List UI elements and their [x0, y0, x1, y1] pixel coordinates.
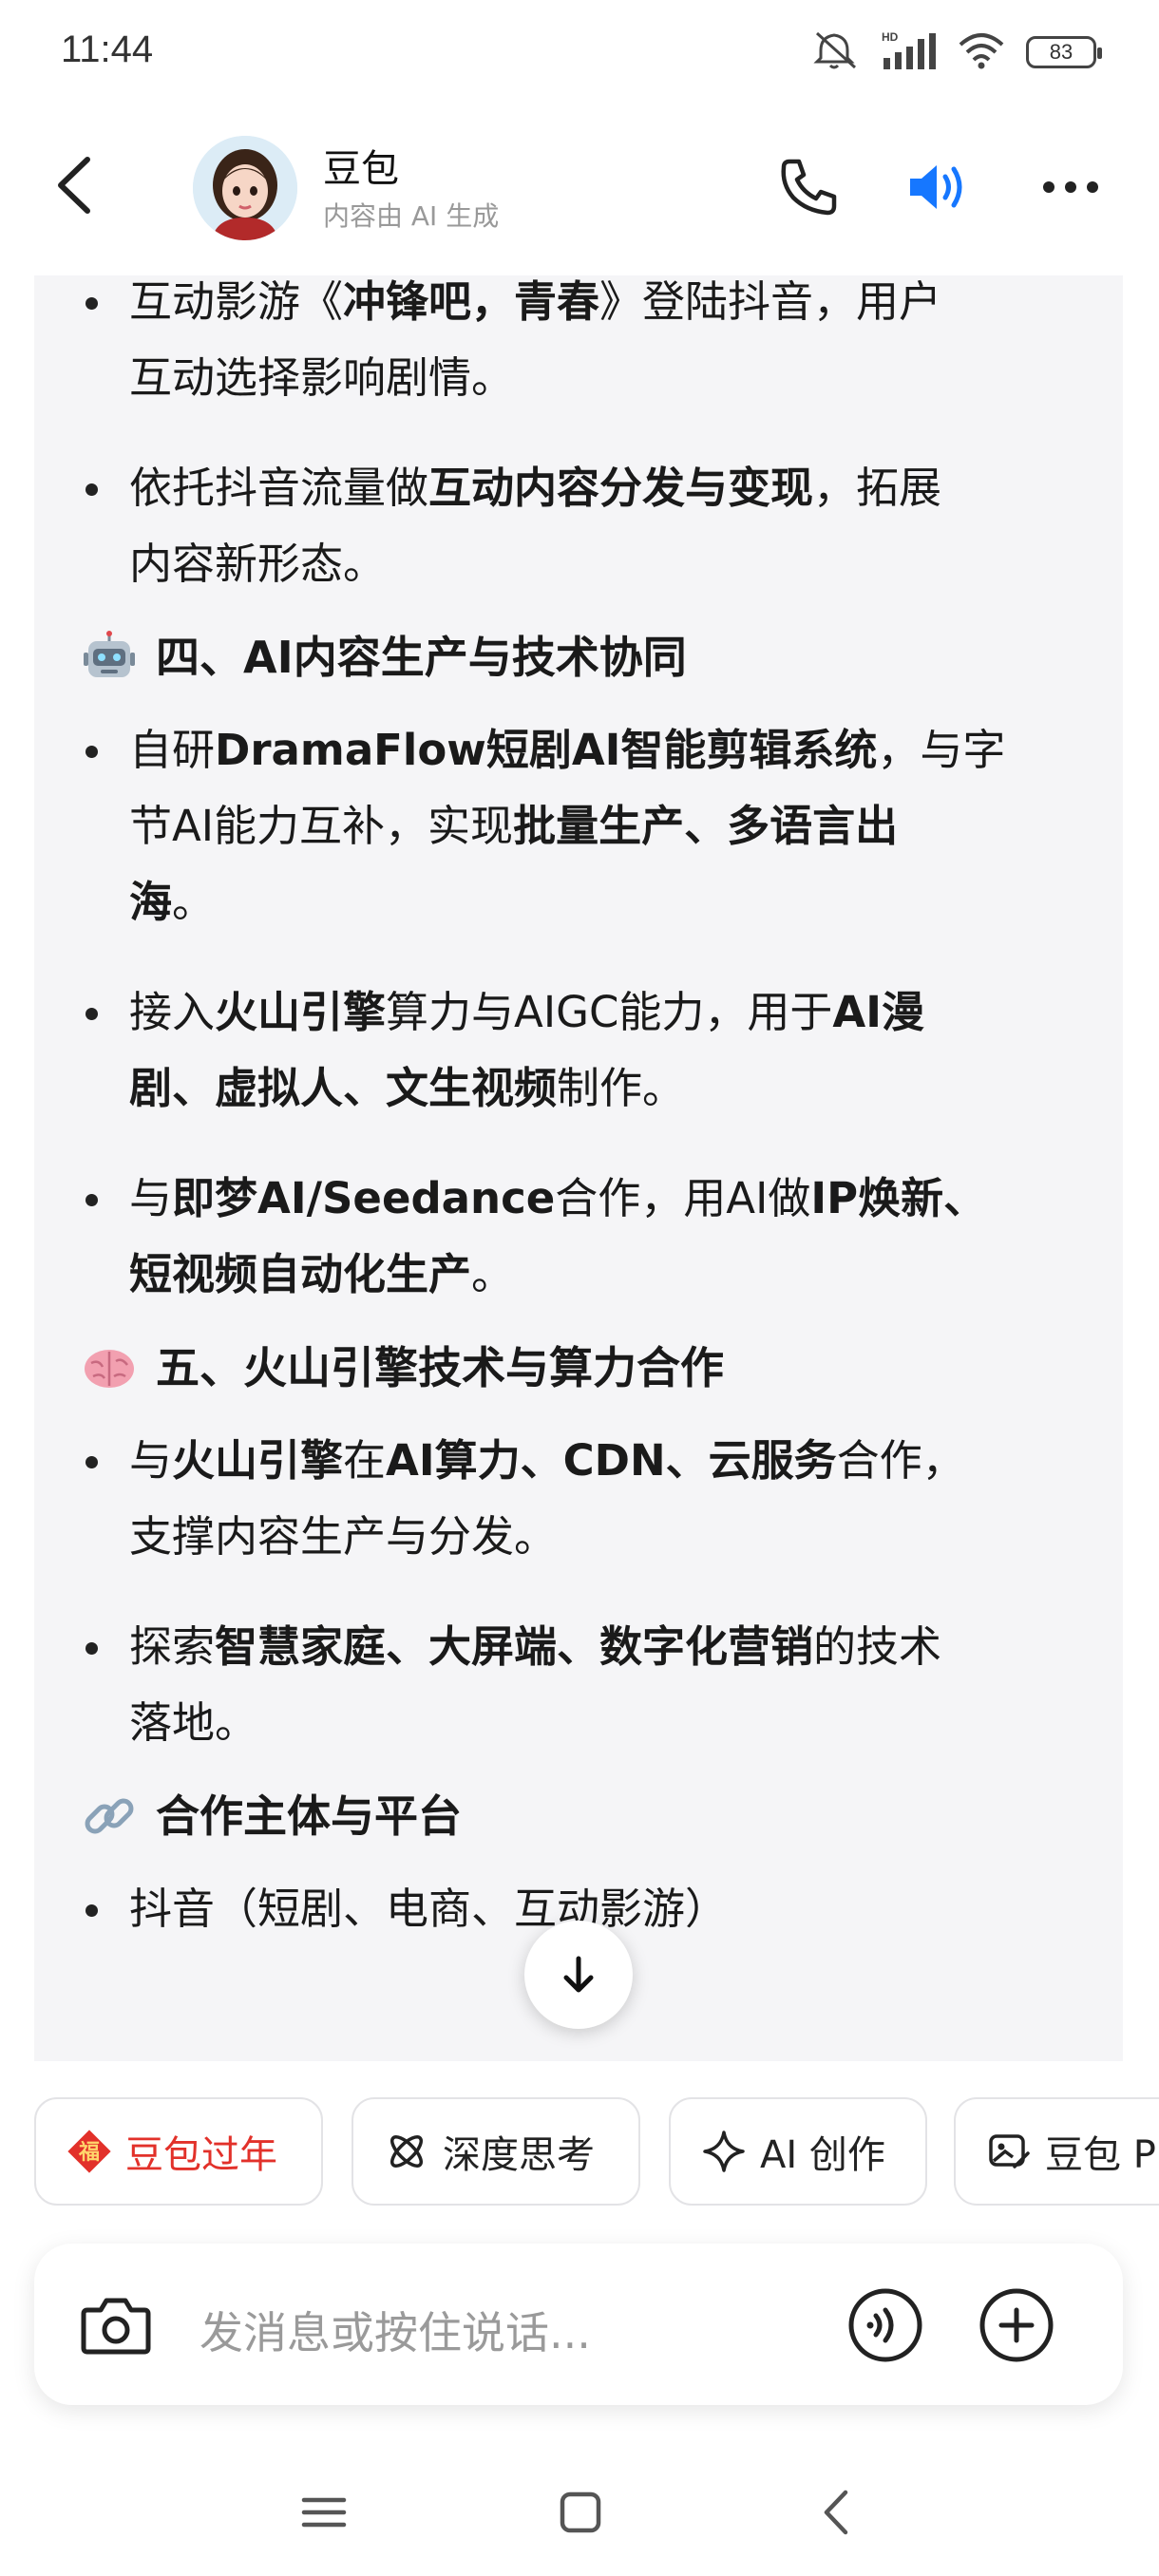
plus-icon [979, 2288, 1054, 2362]
fu-icon: 福 [67, 2130, 111, 2173]
avatar-illustration [193, 136, 297, 240]
chip-ai-create[interactable]: AI 创作 [669, 2097, 927, 2206]
list-item: 互动影游《冲锋吧，青春》登陆抖音，用户 互动选择影响剧情。 [34, 275, 1123, 416]
list-item: 依托抖音流量做互动内容分发与变现，拓展 内容新形态。 [34, 450, 1123, 602]
network-label: HD [882, 30, 899, 44]
back-nav-button[interactable] [804, 2479, 870, 2546]
mute-icon [813, 29, 861, 75]
atom-icon [390, 2135, 423, 2168]
section-title: 四、AI内容生产与技术协同 [156, 632, 687, 683]
chip-deep-thinking[interactable]: 深度思考 [352, 2097, 640, 2206]
menu-icon [301, 2497, 347, 2528]
battery-level: 83 [1049, 40, 1074, 64]
list-item: 探索智慧家庭、大屏端、数字化营销的技术 落地。 [34, 1609, 1123, 1761]
list-item: 接入火山引擎算力与AIGC能力，用于AI漫 剧、虚拟人、文生视频制作。 [34, 975, 1123, 1127]
section-title: 合作主体与平台 [156, 1790, 462, 1842]
avatar[interactable] [193, 136, 297, 240]
section-heading: 五、火山引擎技术与算力合作 [34, 1330, 1123, 1406]
scroll-to-bottom-button[interactable] [524, 1921, 633, 2029]
phone-icon [781, 159, 837, 216]
voice-call-button[interactable] [842, 2282, 929, 2369]
menu-nav-button[interactable] [291, 2479, 357, 2546]
svg-text:福: 福 [78, 2141, 100, 2165]
camera-icon [81, 2298, 151, 2355]
link-icon [82, 1789, 137, 1844]
ai-disclaimer: 内容由 AI 生成 [323, 200, 500, 232]
list-item: 与火山引擎在AI算力、CDN、云服务合作， 支撑内容生产与分发。 [34, 1423, 1123, 1575]
triangle-back-icon [824, 2490, 848, 2535]
square-icon [560, 2491, 601, 2533]
chip-label: 深度思考 [443, 2133, 595, 2177]
camera-button[interactable] [72, 2282, 160, 2369]
home-nav-button[interactable] [547, 2479, 614, 2546]
chat-header: 豆包 内容由 AI 生成 [0, 123, 1159, 247]
list-item: 自研DramaFlow短剧AI智能剪辑系统，与字 节AI能力互补，实现批量生产、… [34, 712, 1123, 940]
wifi-icon [958, 31, 1005, 73]
status-icons: HD 83 [813, 28, 1102, 76]
section-heading: 四、AI内容生产与技术协同 [34, 619, 1123, 695]
more-icon [1043, 181, 1098, 193]
speaker-icon [910, 165, 962, 209]
message-content: 互动影游《冲锋吧，青春》登陆抖音，用户 互动选择影响剧情。 依托抖音流量做互动内… [34, 275, 1123, 1947]
status-bar: 11:44 HD 83 [0, 0, 1159, 114]
list-item: 与即梦AI/Seedance合作，用AI做IP焕新、 短视频自动化生产。 [34, 1161, 1123, 1313]
message-bubble: 互动影游《冲锋吧，青春》登陆抖音，用户 互动选择影响剧情。 依托抖音流量做互动内… [34, 275, 1123, 2061]
sparkle-icon [703, 2131, 745, 2172]
chip-doubao-new-year[interactable]: 福 豆包过年 [34, 2097, 323, 2206]
chip-label: 豆包过年 [125, 2133, 277, 2177]
battery-indicator: 83 [1026, 36, 1102, 68]
message-input-bar: 发消息或按住说话... [34, 2244, 1123, 2405]
image-edit-icon [989, 2134, 1030, 2169]
brain-icon [82, 1340, 137, 1395]
voice-wave-icon [848, 2288, 922, 2362]
bot-name: 豆包 [323, 147, 399, 191]
suggestion-chips: 福 豆包过年 深度思考 AI 创作 豆包 P [34, 2097, 1159, 2209]
voice-playback-button[interactable] [902, 152, 973, 222]
arrow-down-icon [563, 1956, 594, 1993]
signal-icon: HD [882, 29, 937, 75]
status-time: 11:44 [61, 28, 154, 70]
section-title: 五、火山引擎技术与算力合作 [156, 1342, 724, 1393]
system-nav-bar [0, 2451, 1159, 2576]
call-button[interactable] [774, 152, 845, 222]
chip-label: AI 创作 [760, 2133, 885, 2177]
message-input[interactable]: 发消息或按住说话... [200, 2299, 591, 2361]
back-button[interactable] [44, 152, 110, 218]
robot-icon [82, 630, 137, 685]
chip-doubao-p[interactable]: 豆包 P [954, 2097, 1159, 2206]
more-button[interactable] [1036, 152, 1106, 222]
chip-label: 豆包 P [1045, 2133, 1156, 2177]
chevron-left-icon [58, 157, 90, 214]
section-heading: 合作主体与平台 [34, 1778, 1123, 1854]
add-button[interactable] [973, 2282, 1060, 2369]
